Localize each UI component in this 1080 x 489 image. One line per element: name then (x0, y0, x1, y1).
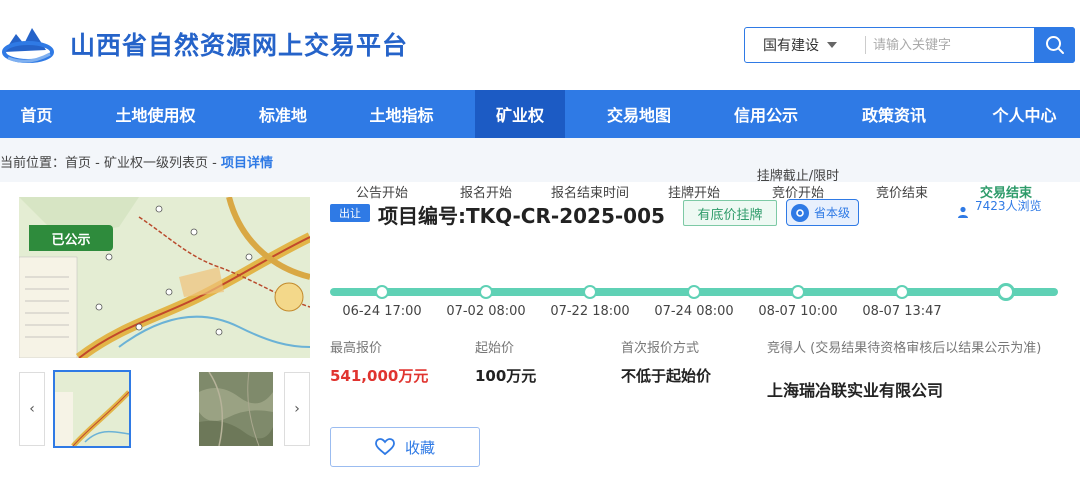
nav-item-land-indicators[interactable]: 土地指标 (328, 90, 475, 138)
winner-label: 竞得人 (交易结果待资格审核后以结果公示为准) (767, 341, 1042, 356)
project-detail-card: 已公示 ‹ › 出让 项目编号:TKQ-CR-2025-005 有底价挂牌 省本… (0, 169, 1080, 489)
timeline-dot (375, 285, 389, 299)
timeline-dot (479, 285, 493, 299)
nav-item-home[interactable]: 首页 (0, 90, 73, 138)
highest-bid-label: 最高报价 (330, 341, 383, 356)
timeline-dot (791, 285, 805, 299)
search-input[interactable] (873, 29, 1033, 61)
favorite-button-label: 收藏 (404, 438, 435, 457)
nav-item-trade-map[interactable]: 交易地图 (565, 90, 713, 138)
thumbnail-carousel: ‹ › (19, 370, 310, 448)
nav-item-mining-rights[interactable]: 矿业权 (475, 90, 565, 138)
timeline-step-label: 挂牌截止/限时竞价开始 (756, 169, 840, 201)
favorite-button[interactable]: 收藏 (330, 427, 480, 467)
chevron-down-icon (827, 42, 837, 48)
first-quote-method-label: 首次报价方式 (621, 341, 700, 356)
nav-item-personal-center[interactable]: 个人中心 (969, 90, 1080, 138)
transfer-type-tag: 出让 (330, 204, 370, 222)
search-button[interactable] (1034, 27, 1075, 63)
location-icon (791, 203, 809, 222)
timeline-step-label: 交易结束 (979, 186, 1032, 201)
chevron-right-icon: › (294, 401, 300, 417)
nav-item-credit-disclosure[interactable]: 信用公示 (713, 90, 819, 138)
starting-price-label: 起始价 (475, 341, 515, 356)
nav-item-standard-land[interactable]: 标准地 (238, 90, 328, 138)
timeline-step-label: 挂牌开始 (667, 186, 720, 201)
project-title: 项目编号:TKQ-CR-2025-005 (378, 204, 665, 228)
breadcrumb: 当前位置：首页 - 矿业权一级列表页 - 项目详情 (0, 152, 273, 171)
timeline-step-time: 08-07 13:47 (862, 304, 942, 319)
carousel-next-button[interactable]: › (284, 372, 310, 446)
breadcrumb-current: 项目详情 (220, 156, 273, 171)
winner-value: 上海瑞冶联实业有限公司 (767, 381, 944, 400)
breadcrumb-list-link[interactable]: 矿业权一级列表页 (104, 156, 208, 171)
timeline-step-label: 公告开始 (355, 186, 408, 201)
chevron-left-icon: ‹ (29, 401, 35, 417)
search-divider (865, 36, 866, 54)
site-logo[interactable] (2, 22, 54, 66)
thumbnail-map[interactable] (53, 370, 131, 448)
first-quote-method-value: 不低于起始价 (621, 367, 712, 385)
breadcrumb-separator: - (91, 156, 104, 171)
timeline-step-time: 06-24 17:00 (342, 304, 422, 319)
nav-item-land-use-rights[interactable]: 土地使用权 (73, 90, 238, 138)
breadcrumb-prefix: 当前位置： (0, 156, 66, 171)
search-category-label: 国有建设 (763, 38, 819, 54)
project-map-image[interactable]: 已公示 (19, 197, 310, 358)
timeline-step-time: 07-02 08:00 (446, 304, 526, 319)
timeline-step-label: 竞价结束 (875, 186, 928, 201)
provincial-level-tag: 省本级 (786, 199, 859, 226)
main-nav: 首页 土地使用权 标准地 土地指标 矿业权 交易地图 信用公示 政策资讯 个人中… (0, 90, 1080, 138)
level-tag-label: 省本级 (814, 206, 851, 220)
timeline-dot (583, 285, 597, 299)
search-bar: 国有建设 (744, 27, 1075, 63)
view-count: 7423人浏览 (957, 200, 1047, 218)
highest-bid-value: 541,000万元 (330, 367, 429, 385)
reserve-price-tag: 有底价挂牌 (683, 200, 777, 226)
site-header: 山西省自然资源网上交易平台 国有建设 (0, 0, 1080, 90)
search-icon (1045, 36, 1064, 54)
timeline-step-time: 07-24 08:00 (654, 304, 734, 319)
view-count-label: 7423人浏览 (975, 199, 1042, 213)
site-title: 山西省自然资源网上交易平台 (70, 31, 409, 60)
timeline-step-time: 07-22 18:00 (550, 304, 630, 319)
timeline-step-time: 08-07 10:00 (758, 304, 838, 319)
timeline-dot (895, 285, 909, 299)
map-illustration (19, 197, 310, 358)
search-category-select[interactable]: 国有建设 (745, 28, 865, 62)
transaction-timeline: 公告开始 06-24 17:00 报名开始 07-02 08:00 报名结束时间… (330, 169, 1058, 326)
thumbnail-map-image (55, 372, 129, 446)
starting-price-value: 100万元 (475, 367, 537, 385)
thumbnail-satellite[interactable] (199, 372, 273, 446)
published-badge: 已公示 (29, 225, 113, 251)
timeline-step-label: 报名开始 (459, 186, 512, 201)
carousel-prev-button[interactable]: ‹ (19, 372, 45, 446)
user-icon (958, 206, 968, 218)
heart-icon (375, 438, 395, 456)
thumbnail-satellite-image (199, 372, 273, 446)
breadcrumb-separator: - (208, 156, 221, 171)
timeline-dot (687, 285, 701, 299)
timeline-step-label: 报名结束时间 (550, 186, 629, 201)
nav-item-policy-news[interactable]: 政策资讯 (819, 90, 969, 138)
timeline-dot-current (997, 283, 1015, 301)
breadcrumb-home-link[interactable]: 首页 (65, 156, 91, 171)
